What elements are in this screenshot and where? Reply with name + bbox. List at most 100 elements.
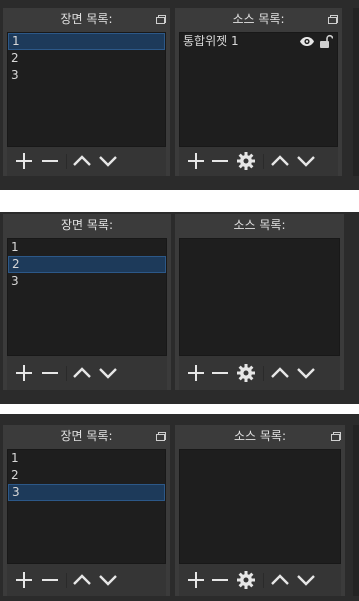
scene-item[interactable]: 1	[8, 33, 165, 50]
chevron-up-icon	[73, 574, 91, 585]
chevron-up-icon	[271, 155, 289, 166]
move-scene-down-button[interactable]	[97, 362, 119, 384]
add-scene-button[interactable]	[13, 569, 35, 591]
chevron-up-icon	[271, 574, 289, 585]
plus-icon	[188, 365, 204, 381]
plus-icon	[16, 572, 32, 588]
toolbar-divider	[263, 366, 264, 381]
sources-dock: 소스 목록: 통합위젯 1	[175, 8, 342, 176]
sources-dock: 소스 목록:	[175, 425, 345, 596]
add-scene-button[interactable]	[13, 150, 35, 172]
sources-list[interactable]	[179, 238, 340, 356]
sources-dock: 소스 목록:	[175, 214, 344, 390]
gear-icon	[237, 571, 255, 589]
remove-source-button[interactable]	[209, 362, 231, 384]
move-source-up-button[interactable]	[269, 362, 291, 384]
sources-toolbar	[179, 564, 341, 596]
obs-snapshot-3: 장면 목록: 1 2 3 소스 목록:	[0, 414, 359, 601]
minus-icon	[212, 579, 228, 581]
move-source-up-button[interactable]	[269, 569, 291, 591]
source-properties-button[interactable]	[235, 362, 257, 384]
obs-snapshot-1: 장면 목록: 1 2 3 소스 목록: 통합위젯 1	[0, 0, 359, 190]
toolbar-divider	[66, 154, 67, 169]
add-scene-button[interactable]	[13, 362, 35, 384]
unlocked-padlock-icon[interactable]	[319, 34, 333, 49]
plus-icon	[16, 365, 32, 381]
next-dock-edge	[353, 425, 359, 596]
scene-item[interactable]: 1	[8, 239, 166, 256]
chevron-up-icon	[271, 367, 289, 378]
toolbar-divider	[66, 366, 67, 381]
gear-icon	[237, 364, 255, 382]
source-item-controls	[299, 34, 333, 49]
undock-icon[interactable]	[156, 432, 166, 441]
sources-dock-title: 소스 목록:	[232, 12, 285, 26]
chevron-up-icon	[73, 155, 91, 166]
plus-icon	[188, 572, 204, 588]
source-item[interactable]: 통합위젯 1	[180, 33, 337, 50]
scenes-dock: 장면 목록: 1 2 3	[3, 8, 170, 176]
sources-dock-title: 소스 목록:	[233, 429, 287, 443]
sources-list[interactable]	[179, 449, 341, 564]
scene-item[interactable]: 2	[8, 467, 165, 484]
scenes-dock-title: 장면 목록:	[60, 218, 114, 232]
chevron-down-icon	[99, 156, 117, 167]
move-source-down-button[interactable]	[295, 569, 317, 591]
scenes-toolbar	[7, 356, 167, 390]
source-properties-button[interactable]	[235, 569, 257, 591]
plus-icon	[16, 153, 32, 169]
scene-item[interactable]: 2	[8, 50, 165, 67]
sources-toolbar	[179, 356, 340, 390]
scenes-dock: 장면 목록: 1 2 3	[3, 425, 170, 596]
undock-icon[interactable]	[331, 432, 341, 441]
move-source-down-button[interactable]	[295, 362, 317, 384]
source-item-label: 통합위젯 1	[183, 34, 239, 48]
move-source-down-button[interactable]	[295, 150, 317, 172]
chevron-down-icon	[99, 368, 117, 379]
move-scene-down-button[interactable]	[97, 150, 119, 172]
move-scene-up-button[interactable]	[71, 362, 93, 384]
scenes-toolbar	[7, 564, 166, 596]
scenes-dock-title: 장면 목록:	[60, 429, 113, 443]
move-source-up-button[interactable]	[269, 150, 291, 172]
toolbar-divider	[263, 573, 264, 588]
remove-scene-button[interactable]	[39, 569, 61, 591]
source-properties-button[interactable]	[235, 150, 257, 172]
move-scene-up-button[interactable]	[71, 569, 93, 591]
scene-item[interactable]: 3	[8, 484, 165, 501]
sources-toolbar	[179, 147, 338, 176]
scene-item[interactable]: 3	[8, 67, 165, 84]
scene-item[interactable]: 1	[8, 450, 165, 467]
eye-icon[interactable]	[299, 34, 315, 49]
minus-icon	[42, 160, 58, 162]
scenes-list[interactable]: 1 2 3	[7, 32, 166, 147]
minus-icon	[42, 372, 58, 374]
next-dock-edge	[353, 8, 359, 176]
scenes-list[interactable]: 1 2 3	[7, 238, 167, 356]
undock-icon[interactable]	[328, 15, 338, 24]
remove-scene-button[interactable]	[39, 150, 61, 172]
add-source-button[interactable]	[185, 362, 207, 384]
sources-list[interactable]: 통합위젯 1	[179, 32, 338, 147]
toolbar-divider	[263, 154, 264, 169]
gear-icon	[237, 152, 255, 170]
plus-icon	[188, 153, 204, 169]
move-scene-up-button[interactable]	[71, 150, 93, 172]
chevron-up-icon	[73, 367, 91, 378]
scenes-list[interactable]: 1 2 3	[7, 449, 166, 564]
chevron-down-icon	[297, 368, 315, 379]
add-source-button[interactable]	[185, 150, 207, 172]
scenes-toolbar	[7, 147, 166, 176]
add-source-button[interactable]	[185, 569, 207, 591]
remove-source-button[interactable]	[209, 150, 231, 172]
chevron-down-icon	[99, 575, 117, 586]
chevron-down-icon	[297, 156, 315, 167]
sources-dock-title: 소스 목록:	[233, 218, 286, 232]
move-scene-down-button[interactable]	[97, 569, 119, 591]
obs-snapshot-2: 장면 목록: 1 2 3 소스 목록:	[0, 212, 359, 404]
scene-item[interactable]: 2	[8, 256, 166, 273]
remove-scene-button[interactable]	[39, 362, 61, 384]
remove-source-button[interactable]	[209, 569, 231, 591]
undock-icon[interactable]	[156, 15, 166, 24]
scene-item[interactable]: 3	[8, 273, 166, 290]
